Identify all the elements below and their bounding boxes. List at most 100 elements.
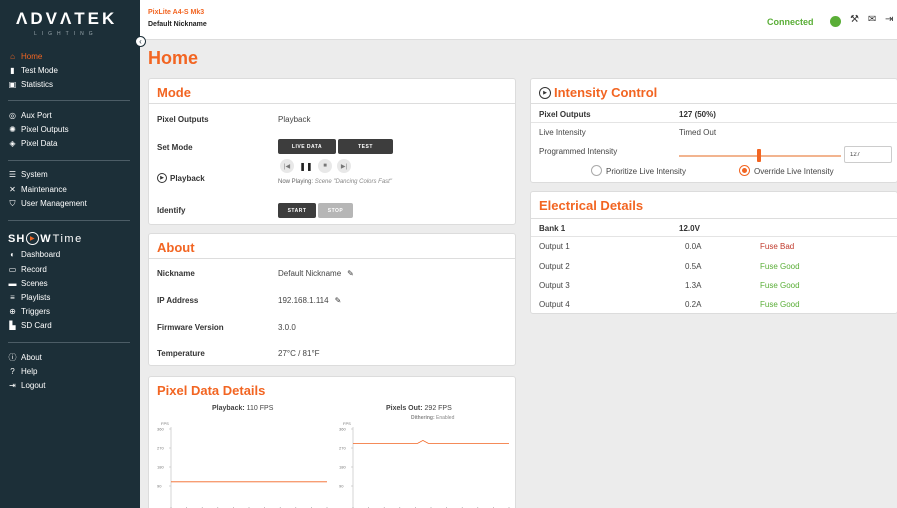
card-title-row: ▶ Intensity Control <box>539 85 657 100</box>
sidebar-divider <box>8 100 130 101</box>
sidebar-divider <box>8 160 130 161</box>
stop-icon[interactable]: ■ <box>318 159 332 173</box>
sidebar-item-home[interactable]: ⌂ Home <box>8 50 42 63</box>
sidebar-item-label: Scenes <box>21 279 48 288</box>
temperature-value: 27°C / 81°F <box>278 349 320 358</box>
sidebar-item-label: Dashboard <box>21 250 61 259</box>
row-divider <box>531 236 897 237</box>
output-name: Output 4 <box>539 300 570 309</box>
tools-icon: ✕ <box>9 185 16 194</box>
row-divider <box>531 122 897 123</box>
live-intensity-value: Timed Out <box>679 128 717 137</box>
y-tick-label: 360 <box>157 427 164 432</box>
play-circle-icon: ▶ <box>539 86 551 99</box>
sidebar-divider <box>8 342 130 343</box>
pause-icon[interactable]: ❚❚ <box>299 159 313 173</box>
output-current: 0.5A <box>685 262 702 271</box>
pixel-outputs-header: Pixel Outputs <box>539 110 591 119</box>
output-current: 1.3A <box>685 281 702 290</box>
now-playing: Now Playing: Scene "Dancing Colors Fast" <box>278 179 392 185</box>
programmed-intensity-input[interactable] <box>844 146 892 163</box>
card-title: Electrical Details <box>539 198 644 213</box>
set-mode-label: Set Mode <box>157 143 193 152</box>
sidebar-item-label: Pixel Outputs <box>21 125 69 134</box>
play-circle-icon: ▶ <box>26 232 40 245</box>
output-name: Output 2 <box>539 262 570 271</box>
sidebar-divider <box>8 220 130 221</box>
pixels-out-fps-value: 292 FPS <box>424 405 452 412</box>
sidebar-item-label: Pixel Data <box>21 139 58 148</box>
ip-address-value: 192.168.1.114 <box>278 296 329 305</box>
sidebar-item-pixel-data[interactable]: ◈ Pixel Data <box>8 137 57 150</box>
home-icon: ⌂ <box>10 52 15 61</box>
card-divider <box>149 103 515 104</box>
advatek-logo[interactable]: ΛDVΛTEK LIGHTING <box>16 9 126 37</box>
user-shield-icon: ⛉ <box>9 198 16 208</box>
showtime-time: Time <box>52 232 83 245</box>
pixels-out-fps-chart: FPS360 270 180 90 <box>339 421 510 508</box>
chart-unit-label: FPS <box>343 421 351 426</box>
sidebar-item-sd-card[interactable]: ▙ SD Card <box>8 319 51 332</box>
y-tick-label: 90 <box>339 484 344 489</box>
intensity-slider-thumb[interactable] <box>757 149 761 162</box>
fuse-status: Fuse Good <box>760 300 800 309</box>
aux-port-icon: ◎ <box>9 111 16 120</box>
sidebar-item-label: About <box>21 353 42 362</box>
network-icon[interactable]: ⚒ <box>850 14 859 25</box>
sidebar-item-triggers[interactable]: ⊕ Triggers <box>8 305 50 318</box>
programmed-intensity-label: Programmed Intensity <box>539 147 618 156</box>
sidebar-item-statistics[interactable]: ▣ Statistics <box>8 78 53 91</box>
sidebar-item-scenes[interactable]: ▬ Scenes <box>8 277 48 290</box>
test-button[interactable]: TEST <box>338 139 393 154</box>
logout-icon[interactable]: ⇥ <box>885 14 893 25</box>
sidebar-item-label: System <box>21 170 48 179</box>
record-icon: ▭ <box>8 265 17 274</box>
y-tick-label: 180 <box>157 465 164 470</box>
firmware-version-value: 3.0.0 <box>278 323 296 332</box>
ip-address-row: 192.168.1.114 ✎ <box>278 296 341 305</box>
sidebar-item-label: Maintenance <box>21 185 67 194</box>
about-card: About Nickname Default Nickname ✎ IP Addr… <box>148 233 516 366</box>
skip-forward-icon[interactable]: ▶| <box>337 159 351 173</box>
override-live-radio[interactable] <box>739 165 750 176</box>
sidebar-item-record[interactable]: ▭ Record <box>8 263 47 276</box>
start-button[interactable]: START <box>278 203 316 218</box>
sidebar-item-pixel-outputs[interactable]: ✺ Pixel Outputs <box>8 123 69 136</box>
sidebar-item-system[interactable]: ☰ System <box>8 168 48 181</box>
sidebar-item-aux-port[interactable]: ◎ Aux Port <box>8 109 52 122</box>
fuse-status: Fuse Good <box>760 262 800 271</box>
sidebar-item-dashboard[interactable]: ◐ Dashboard <box>8 248 60 261</box>
live-intensity-label: Live Intensity <box>539 128 586 137</box>
sidebar-item-label: Triggers <box>21 307 51 316</box>
y-tick-label: 90 <box>157 484 162 489</box>
playback-fps-chart: FPS360 270 180 90 <box>157 421 328 508</box>
prioritize-live-radio[interactable] <box>591 165 602 176</box>
card-title: About <box>157 240 195 255</box>
skip-back-icon[interactable]: |◀ <box>280 159 294 173</box>
sidebar-collapse-button[interactable]: ‹ <box>135 36 146 47</box>
edit-pencil-icon[interactable]: ✎ <box>335 296 342 305</box>
sidebar-item-user-management[interactable]: ⛉ User Management <box>8 197 87 210</box>
logout-icon: ⇥ <box>9 381 16 390</box>
info-icon: ⓘ <box>8 353 17 362</box>
stop-button[interactable]: STOP <box>318 203 353 218</box>
playback-label: Playback <box>170 173 205 183</box>
mail-icon[interactable]: ✉ <box>868 14 876 25</box>
fuse-status: Fuse Good <box>760 281 800 290</box>
playback-fps-label: Playback: <box>212 405 245 412</box>
temperature-label: Temperature <box>157 349 205 358</box>
page-title: Home <box>148 48 199 68</box>
sidebar-item-maintenance[interactable]: ✕ Maintenance <box>8 183 67 196</box>
fuse-status: Fuse Bad <box>760 242 795 251</box>
live-data-button[interactable]: LIVE DATA <box>278 139 336 154</box>
sidebar-item-logout[interactable]: ⇥ Logout <box>8 379 45 392</box>
sidebar-item-test-mode[interactable]: ▮ Test Mode <box>8 64 58 77</box>
sidebar-item-help[interactable]: ? Help <box>8 365 37 378</box>
card-divider <box>149 258 515 259</box>
output-current: 0.2A <box>685 300 702 309</box>
sidebar-item-about[interactable]: ⓘ About <box>8 351 42 364</box>
sidebar-item-label: Home <box>21 52 43 61</box>
sidebar-item-playlists[interactable]: ≡ Playlists <box>8 291 50 304</box>
trigger-icon: ⊕ <box>9 307 16 316</box>
edit-pencil-icon[interactable]: ✎ <box>347 269 354 278</box>
